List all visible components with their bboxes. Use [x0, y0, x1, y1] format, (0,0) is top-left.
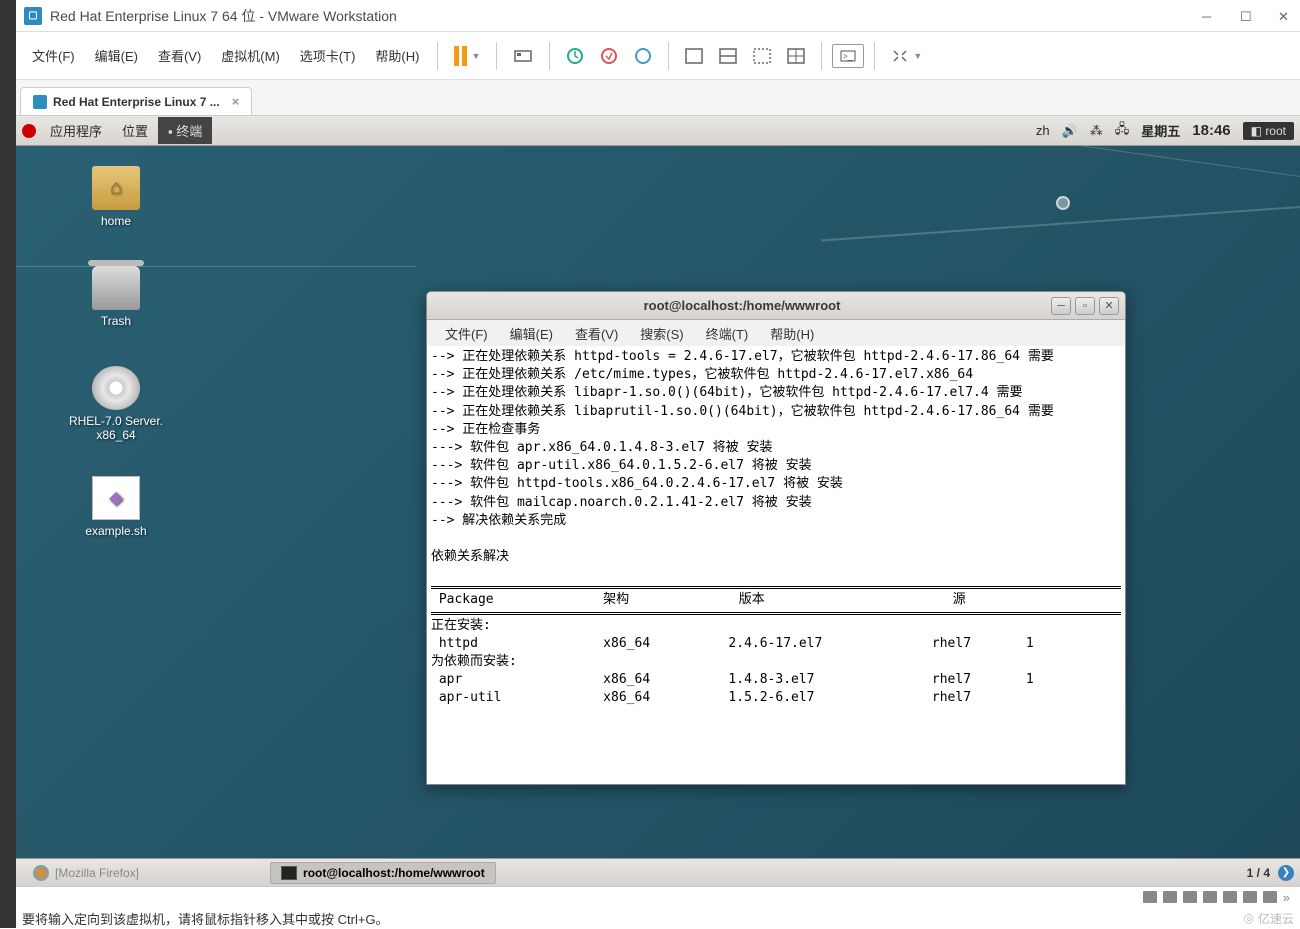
terminal-titlebar[interactable]: root@localhost:/home/wwwroot ─ ▫ ✕ — [427, 292, 1125, 320]
trash-icon — [92, 266, 140, 310]
snapshot-revert-icon[interactable] — [594, 43, 624, 69]
term-menu-terminal[interactable]: 终端(T) — [696, 322, 759, 345]
volume-icon[interactable]: 🔊 — [1062, 123, 1078, 139]
network-icon[interactable]: 🖧 — [1115, 120, 1130, 142]
term-menu-edit[interactable]: 编辑(E) — [500, 322, 563, 345]
clock-time[interactable]: 18:46 — [1192, 122, 1230, 139]
icon-label: example.sh — [66, 524, 166, 538]
terminal-maximize-icon[interactable]: ▫ — [1075, 297, 1095, 315]
desktop-home-folder[interactable]: home — [66, 166, 166, 228]
terminal-window[interactable]: root@localhost:/home/wwwroot ─ ▫ ✕ 文件(F)… — [426, 291, 1126, 785]
vmware-tabbar: Red Hat Enterprise Linux 7 ... × — [16, 80, 1300, 116]
device-printer-icon[interactable] — [1243, 891, 1257, 903]
gnome-applications[interactable]: 应用程序 — [40, 117, 112, 144]
device-cd-icon[interactable] — [1163, 891, 1177, 903]
tab-close-icon[interactable]: × — [232, 94, 240, 109]
host-left-edge — [0, 0, 16, 928]
view-split-icon[interactable] — [713, 44, 743, 68]
menu-file[interactable]: 文件(F) — [24, 42, 83, 69]
terminal-minimize-icon[interactable]: ─ — [1051, 297, 1071, 315]
term-menu-view[interactable]: 查看(V) — [565, 322, 628, 345]
guest-display[interactable]: 应用程序 位置 ▪ 终端 zh 🔊 ⁂ 🖧 星期五 18:46 ◧ root h… — [16, 116, 1300, 886]
gnome-places[interactable]: 位置 — [112, 117, 158, 144]
stretch-icon[interactable]: ▼ — [885, 44, 928, 68]
taskbar-firefox[interactable]: [Mozilla Firefox] — [22, 861, 150, 885]
separator — [821, 42, 822, 70]
vmware-menubar: 文件(F) 编辑(E) 查看(V) 虚拟机(M) 选项卡(T) 帮助(H) ▼ … — [16, 32, 1300, 80]
vm-tab-icon — [33, 95, 47, 109]
minimize-icon[interactable]: ─ — [1202, 9, 1216, 23]
gnome-desktop[interactable]: home Trash RHEL-7.0 Server. x86_64 examp… — [16, 146, 1300, 858]
vmware-statusbar: » 要将输入定向到该虚拟机，请将鼠标指针移入其中或按 Ctrl+G。 ◎亿速云 — [16, 886, 1300, 928]
desktop-example-file[interactable]: example.sh — [66, 476, 166, 538]
disc-icon — [92, 366, 140, 410]
terminal-icon — [281, 866, 297, 880]
bluetooth-icon[interactable]: ⁂ — [1090, 123, 1103, 139]
vmware-logo-icon: ▢ — [24, 7, 42, 25]
snapshot-icon[interactable] — [560, 43, 590, 69]
menu-help[interactable]: 帮助(H) — [367, 42, 427, 69]
terminal-menubar: 文件(F) 编辑(E) 查看(V) 搜索(S) 终端(T) 帮助(H) — [427, 320, 1125, 346]
menu-tabs[interactable]: 选项卡(T) — [292, 42, 364, 69]
device-net-icon[interactable] — [1183, 891, 1197, 903]
watermark: ◎亿速云 — [1244, 910, 1295, 927]
wallpaper-line — [805, 146, 1300, 177]
term-menu-search[interactable]: 搜索(S) — [630, 322, 693, 345]
term-menu-help[interactable]: 帮助(H) — [760, 322, 824, 345]
device-hdd-icon[interactable] — [1143, 891, 1157, 903]
clock-day[interactable]: 星期五 — [1141, 121, 1180, 140]
vm-tab[interactable]: Red Hat Enterprise Linux 7 ... × — [20, 87, 252, 115]
chevron-right-icon[interactable]: » — [1283, 890, 1290, 905]
view-single-icon[interactable] — [679, 44, 709, 68]
separator — [668, 42, 669, 70]
icon-label: RHEL-7.0 Server. x86_64 — [56, 414, 176, 442]
terminal-close-icon[interactable]: ✕ — [1099, 297, 1119, 315]
input-method-indicator[interactable]: zh — [1036, 123, 1050, 138]
gnome-top-bar: 应用程序 位置 ▪ 终端 zh 🔊 ⁂ 🖧 星期五 18:46 ◧ root — [16, 116, 1300, 146]
vmware-hint-text: 要将输入定向到该虚拟机，请将鼠标指针移入其中或按 Ctrl+G。 — [22, 909, 389, 928]
terminal-title: root@localhost:/home/wwwroot — [433, 298, 1051, 313]
term-menu-file[interactable]: 文件(F) — [435, 322, 498, 345]
desktop-disc[interactable]: RHEL-7.0 Server. x86_64 — [56, 366, 176, 442]
snapshot-manage-icon[interactable] — [628, 43, 658, 69]
menu-vm[interactable]: 虚拟机(M) — [213, 42, 288, 69]
firefox-icon — [33, 865, 49, 881]
send-ctrl-alt-del-icon[interactable] — [507, 43, 539, 69]
gnome-taskbar: [Mozilla Firefox] root@localhost:/home/w… — [16, 858, 1300, 886]
wallpaper-line — [821, 206, 1300, 241]
close-icon[interactable]: ✕ — [1278, 9, 1292, 23]
device-display-icon[interactable] — [1263, 891, 1277, 903]
gnome-terminal-indicator[interactable]: ▪ 终端 — [158, 117, 212, 144]
pause-button[interactable]: ▼ — [448, 42, 486, 70]
redhat-logo-icon — [22, 124, 36, 138]
vm-tab-label: Red Hat Enterprise Linux 7 ... — [53, 95, 220, 109]
separator — [437, 42, 438, 70]
folder-icon — [92, 166, 140, 210]
user-menu[interactable]: ◧ root — [1243, 122, 1294, 140]
wallpaper-node — [1056, 196, 1070, 210]
taskbar-terminal[interactable]: root@localhost:/home/wwwroot — [270, 862, 496, 884]
maximize-icon[interactable]: ☐ — [1240, 9, 1254, 23]
terminal-output[interactable]: --> 正在处理依赖关系 httpd-tools = 2.4.6-17.el7，… — [427, 346, 1125, 784]
svg-text:>_: >_ — [843, 52, 853, 61]
icon-label: home — [66, 214, 166, 228]
device-sound-icon[interactable] — [1223, 891, 1237, 903]
icon-label: Trash — [66, 314, 166, 328]
menu-edit[interactable]: 编辑(E) — [87, 42, 146, 69]
separator — [496, 42, 497, 70]
desktop-trash[interactable]: Trash — [66, 266, 166, 328]
vmware-device-tray: » — [16, 887, 1300, 907]
vmware-titlebar: ▢ Red Hat Enterprise Linux 7 64 位 - VMwa… — [16, 0, 1300, 32]
console-toggle-icon[interactable]: >_ — [832, 44, 864, 68]
file-icon — [92, 476, 140, 520]
vmware-window-title: Red Hat Enterprise Linux 7 64 位 - VMware… — [50, 6, 1202, 26]
notification-icon[interactable]: ❯ — [1278, 865, 1294, 881]
workspace-indicator[interactable]: 1 / 4 — [1239, 866, 1278, 880]
menu-view[interactable]: 查看(V) — [150, 42, 209, 69]
separator — [549, 42, 550, 70]
separator — [874, 42, 875, 70]
view-unity-icon[interactable] — [781, 44, 811, 68]
device-usb-icon[interactable] — [1203, 891, 1217, 903]
view-fullscreen-icon[interactable] — [747, 44, 777, 68]
